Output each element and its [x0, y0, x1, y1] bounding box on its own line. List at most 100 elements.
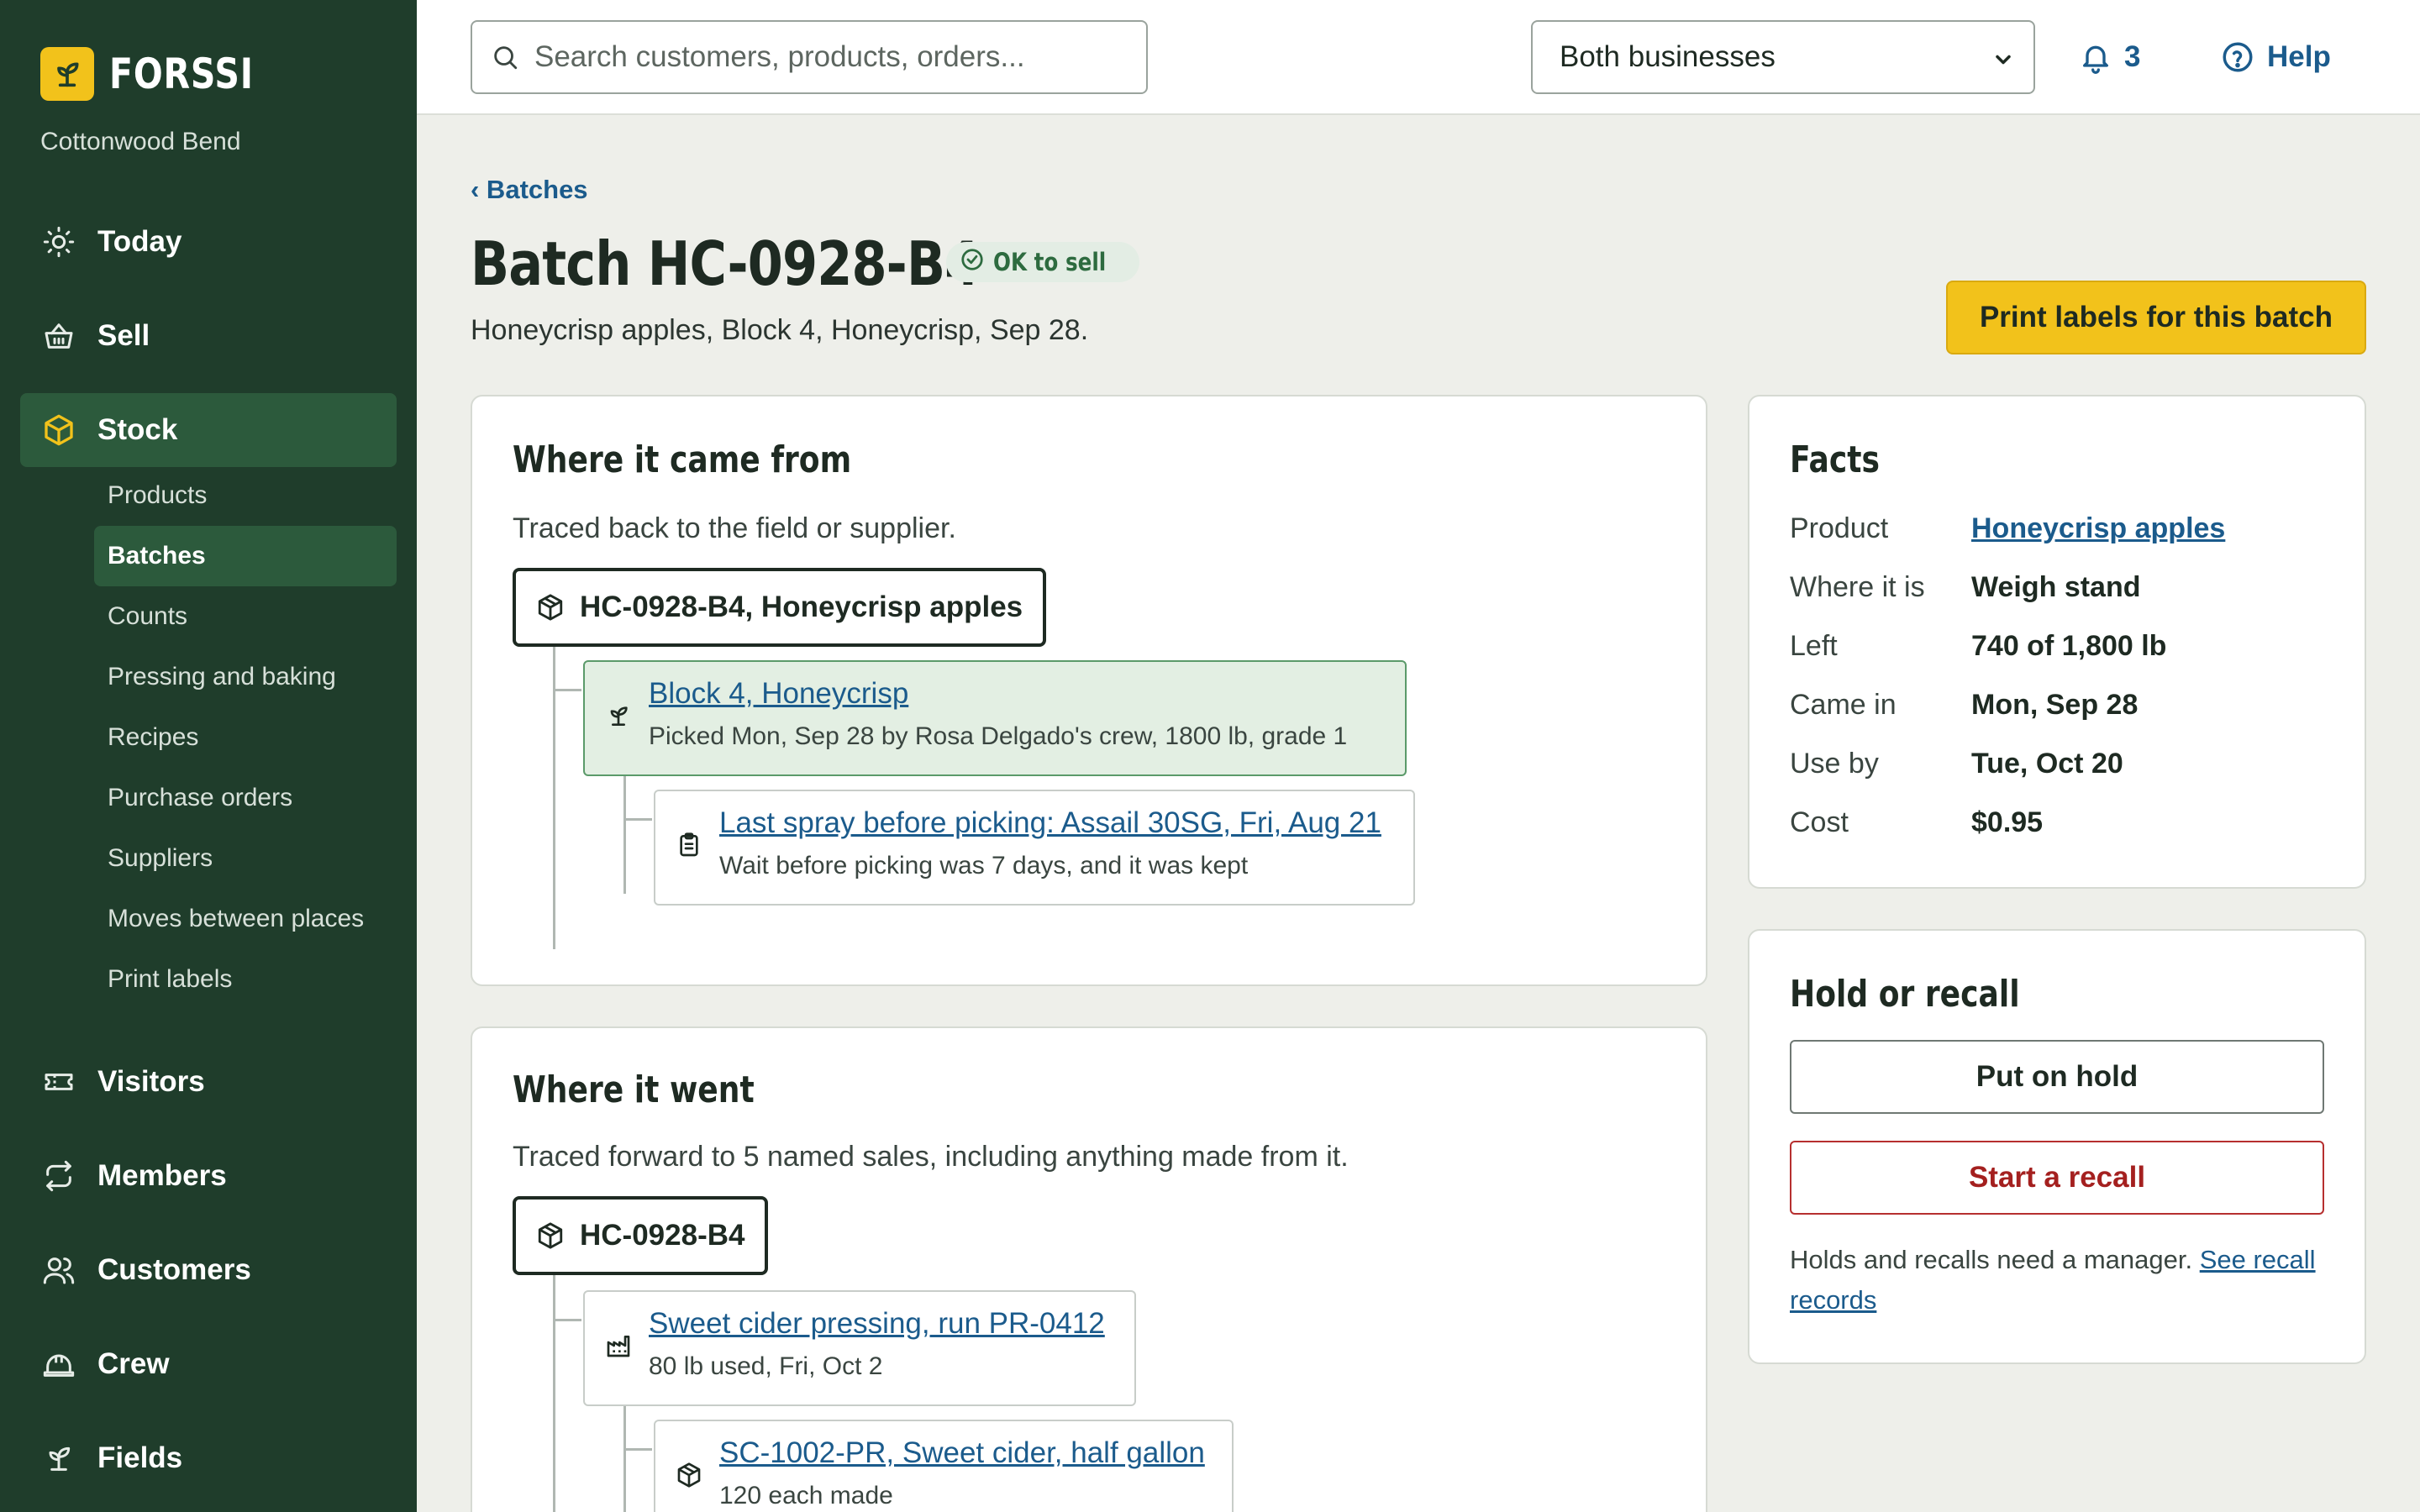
repeat-icon: [40, 1158, 77, 1194]
trace-node-pressing-link[interactable]: Sweet cider pressing, run PR-0412: [649, 1307, 1105, 1341]
search-box[interactable]: [471, 20, 1148, 94]
nav-stock-label: Stock: [97, 413, 178, 446]
fact-label: Left: [1790, 630, 1838, 662]
fact-label: Use by: [1790, 748, 1879, 780]
came-from-card: Where it came from Traced back to the fi…: [471, 395, 1707, 986]
box-icon: [536, 593, 565, 622]
business-select[interactable]: Both businesses: [1531, 20, 2035, 94]
nav-crew[interactable]: Crew: [20, 1327, 397, 1401]
went-title: Where it went: [513, 1068, 755, 1111]
fact-label: Came in: [1790, 689, 1897, 721]
nav-visitors-label: Visitors: [97, 1065, 205, 1098]
trace-node-product-meta: 120 each made: [719, 1482, 893, 1509]
fact-value: Mon, Sep 28: [1971, 689, 2139, 721]
tree-branch: [553, 689, 581, 691]
bell-icon: [2079, 40, 2112, 74]
basket-icon: [40, 318, 77, 354]
sprout-logo-icon: [40, 47, 94, 101]
went-desc: Traced forward to 5 named sales, includi…: [513, 1141, 1349, 1173]
hold-note-text: Holds and recalls need a manager.: [1790, 1245, 2193, 1274]
put-on-hold-button[interactable]: Put on hold: [1790, 1040, 2324, 1114]
came-from-title: Where it came from: [513, 438, 852, 481]
sidebar: FORSSI Cottonwood Bend Today Sell Stock …: [0, 0, 417, 1512]
trace-node-pressing-meta: 80 lb used, Fri, Oct 2: [649, 1352, 883, 1380]
nav-fields[interactable]: Fields: [20, 1421, 397, 1495]
came-from-root-label: HC-0928-B4, Honeycrisp apples: [580, 591, 1023, 623]
users-icon: [40, 1252, 77, 1289]
fact-value: $0.95: [1971, 806, 2044, 838]
nav-members[interactable]: Members: [20, 1139, 397, 1213]
nav-sell-label: Sell: [97, 319, 150, 352]
box-icon: [676, 1462, 702, 1488]
sidebar-item-pressing-baking[interactable]: Pressing and baking: [94, 647, 397, 707]
sidebar-item-products[interactable]: Products: [94, 465, 397, 526]
brand-name: FORSSI: [109, 50, 254, 98]
org-name: Cottonwood Bend: [40, 128, 241, 155]
nav-today[interactable]: Today: [20, 205, 397, 279]
came-from-desc: Traced back to the field or supplier.: [513, 512, 956, 544]
tree-line: [553, 1275, 555, 1512]
nav-sell[interactable]: Sell: [20, 299, 397, 373]
help-button[interactable]: Help: [2220, 32, 2331, 82]
trace-node-field-link[interactable]: Block 4, Honeycrisp: [649, 677, 908, 711]
trace-node-field-meta: Picked Mon, Sep 28 by Rosa Delgado's cre…: [649, 722, 1348, 750]
went-root-label: HC-0928-B4: [580, 1219, 745, 1252]
trace-node-product: SC-1002-PR, Sweet cider, half gallon 120…: [654, 1420, 1234, 1512]
came-from-root: HC-0928-B4, Honeycrisp apples: [513, 568, 1047, 647]
tree-line: [553, 647, 555, 949]
sprout-icon: [40, 1440, 77, 1477]
tree-branch: [623, 1448, 652, 1451]
went-root: HC-0928-B4: [513, 1196, 769, 1275]
hard-hat-icon: [40, 1346, 77, 1383]
factory-icon: [605, 1332, 632, 1359]
fact-value: Tue, Oct 20: [1971, 748, 2123, 780]
nav-stock[interactable]: Stock: [20, 393, 397, 467]
brand[interactable]: FORSSI: [40, 47, 286, 101]
fact-label: Product: [1790, 512, 1889, 544]
nav-fields-label: Fields: [97, 1441, 183, 1474]
trace-node-product-link[interactable]: SC-1002-PR, Sweet cider, half gallon: [719, 1436, 1205, 1470]
status-badge-label: OK to sell: [993, 248, 1107, 276]
sidebar-item-counts[interactable]: Counts: [94, 586, 397, 647]
notification-count: 3: [2124, 40, 2141, 73]
trace-node-spray-link[interactable]: Last spray before picking: Assail 30SG, …: [719, 806, 1381, 840]
page-title: Batch HC-0928-B4: [471, 228, 980, 299]
clipboard-icon: [676, 832, 702, 858]
ticket-icon: [40, 1063, 77, 1100]
sidebar-item-recipes[interactable]: Recipes: [94, 707, 397, 768]
notifications-button[interactable]: 3: [2079, 32, 2140, 82]
start-recall-button[interactable]: Start a recall: [1790, 1141, 2324, 1215]
nav-visitors[interactable]: Visitors: [20, 1045, 397, 1119]
tree-branch: [623, 818, 652, 821]
print-labels-button[interactable]: Print labels for this batch: [1946, 281, 2366, 354]
nav-customers-label: Customers: [97, 1253, 251, 1286]
search-icon: [491, 43, 519, 71]
trace-node-spray: Last spray before picking: Assail 30SG, …: [654, 790, 1415, 906]
fact-value: 740 of 1,800 lb: [1971, 630, 2167, 662]
facts-card: Facts Product Honeycrisp apples Where it…: [1748, 395, 2366, 889]
hold-note: Holds and recalls need a manager. See re…: [1790, 1240, 2328, 1320]
sidebar-item-batches[interactable]: Batches: [94, 526, 397, 586]
help-icon: [2220, 39, 2255, 75]
nav-today-label: Today: [97, 225, 182, 258]
page-subtitle: Honeycrisp apples, Block 4, Honeycrisp, …: [471, 314, 1089, 346]
breadcrumb-batches[interactable]: ‹ Batches: [471, 175, 588, 205]
business-select-value: Both businesses: [1560, 40, 1776, 73]
hold-recall-card: Hold or recall Put on hold Start a recal…: [1748, 929, 2366, 1364]
tree-line: [623, 776, 626, 894]
sidebar-item-suppliers[interactable]: Suppliers: [94, 828, 397, 889]
sidebar-item-moves[interactable]: Moves between places: [94, 889, 397, 949]
trace-node-pressing: Sweet cider pressing, run PR-0412 80 lb …: [583, 1290, 1136, 1406]
hold-recall-title: Hold or recall: [1790, 973, 2020, 1016]
sidebar-item-print-labels[interactable]: Print labels: [94, 949, 397, 1010]
nav-customers[interactable]: Customers: [20, 1233, 397, 1307]
package-icon: [40, 412, 77, 449]
sprout-icon: [605, 702, 632, 729]
went-card: Where it went Traced forward to 5 named …: [471, 1026, 1707, 1512]
sidebar-item-purchase-orders[interactable]: Purchase orders: [94, 768, 397, 828]
search-input[interactable]: [534, 40, 1123, 74]
nav-crew-label: Crew: [97, 1347, 170, 1380]
status-badge: OK to sell: [946, 242, 1139, 282]
help-label: Help: [2267, 40, 2331, 73]
fact-product-link[interactable]: Honeycrisp apples: [1971, 512, 2225, 545]
